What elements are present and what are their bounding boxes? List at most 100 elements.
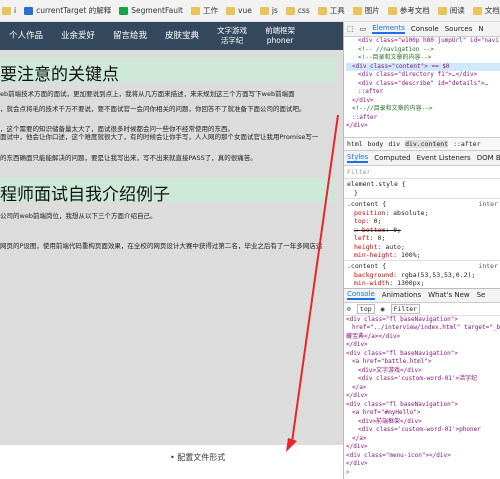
- dom-node[interactable]: <!--目录和文章的内容-->: [346, 54, 500, 63]
- bookmark-item[interactable]: vue: [226, 6, 252, 15]
- styles-tab[interactable]: Computed: [374, 154, 410, 162]
- bookmark-label: css: [297, 6, 310, 15]
- bookmark-item[interactable]: 工具: [317, 5, 345, 16]
- bookmark-item[interactable]: 图片: [352, 5, 380, 16]
- drawer-tab[interactable]: Console: [347, 290, 375, 300]
- bookmark-item[interactable]: js: [259, 6, 278, 15]
- styles-filter-input[interactable]: Filter: [344, 166, 500, 179]
- css-property[interactable]: position: absolute;: [344, 209, 500, 218]
- bookmark-label: 参考文档: [399, 6, 430, 15]
- styles-tab[interactable]: Event Listeners: [417, 154, 471, 162]
- folder-icon: [2, 6, 11, 15]
- folder-icon: [259, 6, 269, 15]
- devtools-tabs: ⬚ ▭ Elements Console Sources N: [344, 22, 500, 37]
- bookmark-label: vue: [238, 6, 252, 15]
- bookmark-item[interactable]: css: [285, 6, 310, 15]
- console-line: </div>: [346, 341, 368, 348]
- css-property[interactable]: height: auto;: [344, 243, 500, 252]
- cursor-select-icon[interactable]: ⬚: [347, 25, 354, 33]
- bookmark-label: i: [14, 6, 17, 15]
- paragraph: ，就会点将毛的技术千万不要说，要不面试官一会问你相关的问题，你回答不了就准备下面…: [0, 105, 306, 113]
- breadcrumb: html body div div.content::after: [344, 137, 500, 151]
- nav-item[interactable]: 个人作品: [0, 31, 52, 41]
- dom-node[interactable]: <div class="content"> == $0: [346, 62, 500, 71]
- console-line: <div class="fl baseNavigation">: [346, 349, 458, 357]
- dom-node[interactable]: <!-- //navigation -->: [346, 46, 500, 55]
- bookmark-item[interactable]: 文档: [472, 5, 500, 16]
- bookmark-item[interactable]: 参考文档: [387, 5, 430, 16]
- nav-item[interactable]: 前端框架 phoner: [256, 26, 304, 46]
- drawer-tab[interactable]: Animations: [382, 291, 421, 299]
- bookmark-label: 图片: [364, 6, 380, 15]
- sf-icon: [119, 6, 129, 15]
- bookmark-label: SegmentFault: [131, 6, 183, 15]
- nav-item[interactable]: 留言给我: [104, 31, 156, 41]
- styles-tab[interactable]: Styles: [347, 153, 369, 163]
- devtools-panel: ⬚ ▭ Elements Console Sources N <div clas…: [343, 22, 500, 479]
- breadcrumb-item[interactable]: div.content: [405, 140, 449, 148]
- tab-console[interactable]: Console: [411, 25, 439, 33]
- console-line: </div>: [346, 392, 368, 399]
- rule-source-link[interactable]: inter: [478, 262, 498, 270]
- console-line: 藏宝典</a></div>: [346, 332, 401, 340]
- drawer-tab[interactable]: Se: [477, 291, 486, 299]
- clear-console-icon[interactable]: ⊘: [347, 305, 351, 313]
- device-toggle-icon[interactable]: ▭: [360, 25, 367, 33]
- console-prompt[interactable]: >: [344, 469, 500, 478]
- property-value: 100%;: [400, 251, 421, 259]
- nav-item[interactable]: 皮肤宝典: [156, 31, 208, 41]
- bookmark-item[interactable]: currentTarget 的解释: [24, 5, 111, 16]
- css-property[interactable]: min-width: 1300px;: [344, 279, 500, 288]
- nav-item[interactable]: 文字游戏 活字纪: [208, 26, 256, 46]
- rule-close: }: [354, 189, 358, 197]
- dom-node[interactable]: <div class="describe" id="details">…: [346, 80, 500, 89]
- console-filter-input[interactable]: Filter: [390, 303, 421, 314]
- rule-source-link[interactable]: inter: [478, 200, 498, 208]
- dom-node[interactable]: ::after: [346, 114, 500, 123]
- bookmark-label: currentTarget 的解释: [36, 6, 112, 15]
- styles-tabs: Styles Computed Event Listeners DOM Breakp: [344, 151, 500, 166]
- dom-node[interactable]: <!--//目录和文章的内容-->: [346, 105, 500, 114]
- css-property[interactable]: ☐ bottom: 0;: [344, 226, 500, 235]
- dom-node[interactable]: </div>: [346, 122, 500, 131]
- breadcrumb-item[interactable]: div: [388, 140, 400, 148]
- bookmark-item[interactable]: i: [2, 6, 16, 15]
- styles-tab[interactable]: DOM Breakp: [477, 154, 500, 162]
- folder-icon: [191, 6, 200, 15]
- dom-node[interactable]: </div>: [346, 97, 500, 106]
- css-property[interactable]: left: 0;: [344, 234, 500, 243]
- tab-elements[interactable]: Elements: [372, 24, 405, 34]
- bookmark-item[interactable]: 工作: [191, 5, 218, 16]
- breadcrumb-item[interactable]: ::after: [453, 140, 480, 148]
- colon: :: [365, 217, 374, 225]
- css-property[interactable]: min-height: 100%;: [344, 251, 500, 260]
- dom-node[interactable]: <div class="w100p h80 jumpUrl" id="navi: [346, 37, 500, 46]
- heading-key-points: 要注意的关键点: [0, 65, 119, 85]
- breadcrumb-item[interactable]: html: [347, 140, 363, 148]
- breadcrumb-item[interactable]: body: [368, 140, 384, 148]
- css-property[interactable]: top: 0;: [344, 217, 500, 226]
- dom-node[interactable]: <div class="directory f1">…</div>: [346, 71, 500, 80]
- eye-icon[interactable]: ◉: [381, 305, 385, 313]
- folder-icon: [437, 6, 447, 15]
- bookmark-label: 工作: [203, 6, 218, 15]
- bookmark-item[interactable]: SegmentFault: [119, 6, 183, 15]
- dom-tree[interactable]: <div class="w100p h80 jumpUrl" id="navi <…: [344, 37, 500, 137]
- top-navigation: 个人作品 业余爱好 留言给我 皮肤宝典 文字游戏 活字纪 前端框架 phoner: [0, 22, 343, 50]
- dom-node[interactable]: ::after: [346, 88, 500, 97]
- tab-sources[interactable]: Sources: [445, 25, 473, 33]
- css-property[interactable]: background: rgba(53,53,53,0.2);: [344, 271, 500, 280]
- property-value: 0;: [373, 217, 382, 225]
- console-toolbar: ⊘ top ◉ Filter: [344, 303, 500, 316]
- folder-icon: [226, 6, 235, 15]
- context-select[interactable]: top: [356, 303, 375, 314]
- nav-item[interactable]: 业余爱好: [52, 31, 104, 41]
- content-overlay: 个人作品 业余爱好 留言给我 皮肤宝典 文字游戏 活字纪 前端框架 phoner 要注意的关键…: [0, 22, 343, 445]
- bookmark-item[interactable]: 阅读: [437, 5, 465, 16]
- drawer-tab[interactable]: What's New: [428, 291, 469, 299]
- property-name: min-width: [354, 279, 390, 287]
- checkbox-icon[interactable]: ☐: [354, 226, 362, 234]
- tab-network[interactable]: N: [478, 25, 483, 33]
- folder-icon: [387, 6, 397, 15]
- colon: :: [393, 251, 401, 259]
